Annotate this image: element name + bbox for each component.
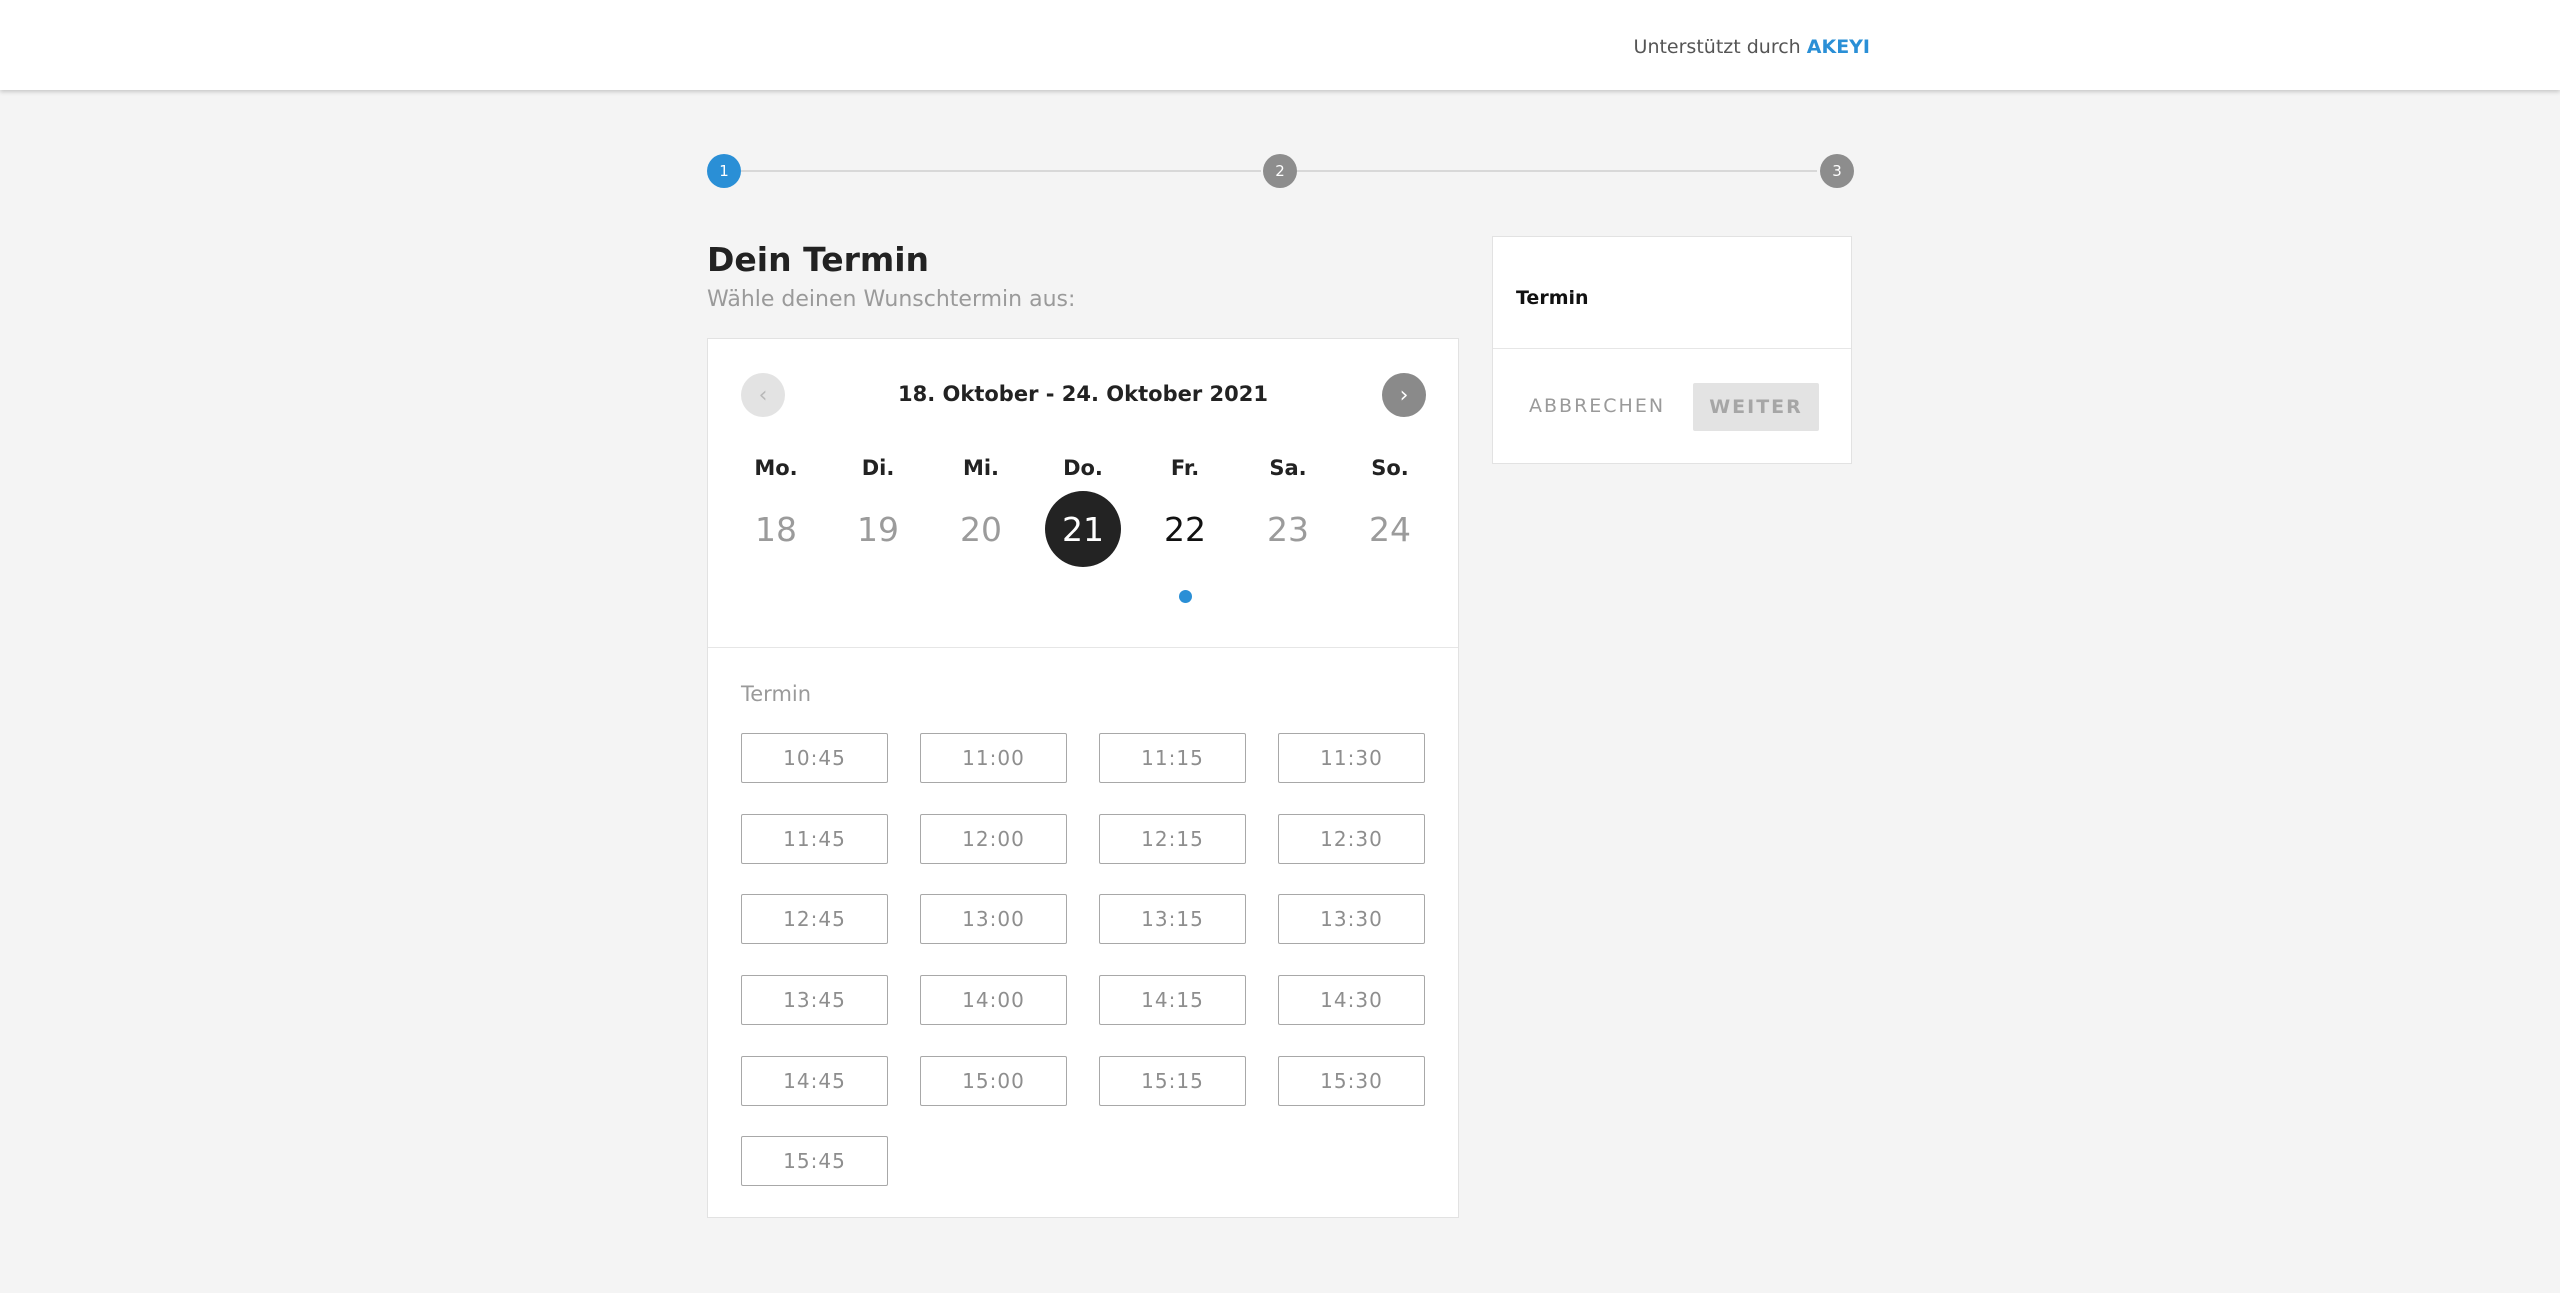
chevron-right-icon: › (1399, 382, 1409, 408)
summary-title: Termin (1516, 287, 1589, 309)
time-slot-button[interactable]: 14:15 (1099, 975, 1246, 1025)
day-name: Di. (861, 456, 895, 480)
day-column: Mi. 20 (930, 453, 1032, 567)
week-days: Mo. 18 Di. 19 Mi. 20 Do. 21 Fr. 22 Sa. 2… (725, 453, 1441, 603)
time-slot-button[interactable]: 13:00 (920, 894, 1067, 944)
day-number-available[interactable]: 22 (1147, 491, 1223, 567)
day-name: Mi. (962, 456, 1000, 480)
day-column: So. 24 (1339, 453, 1441, 567)
week-range-label: 18. Oktober - 24. Oktober 2021 (898, 382, 1268, 406)
cancel-button[interactable]: ABBRECHEN (1529, 395, 1665, 417)
day-column: Sa. 23 (1237, 453, 1339, 567)
next-week-button[interactable]: › (1382, 373, 1426, 417)
powered-by: Unterstützt durch AKEYI (1634, 36, 1870, 58)
day-name: Fr. (1170, 456, 1200, 480)
time-slot-button[interactable]: 14:45 (741, 1056, 888, 1106)
day-name: Do. (1063, 456, 1103, 480)
time-slot-button[interactable]: 11:30 (1278, 733, 1425, 783)
day-column: Do. 21 (1032, 453, 1134, 567)
step-connector (1297, 170, 1817, 172)
time-slot-button[interactable]: 10:45 (741, 733, 888, 783)
step-1: 1 (707, 154, 741, 188)
top-bar: Unterstützt durch AKEYI (0, 0, 2560, 90)
day-number: 24 (1369, 509, 1411, 549)
day-number: 19 (857, 509, 899, 549)
time-slot-button[interactable]: 11:15 (1099, 733, 1246, 783)
calendar-card: ‹ 18. Oktober - 24. Oktober 2021 › Mo. 1… (707, 338, 1459, 1218)
brand-link[interactable]: AKEYI (1807, 36, 1870, 58)
time-slot-button[interactable]: 13:30 (1278, 894, 1425, 944)
stepper: 1 2 3 (707, 154, 1854, 188)
time-slot-button[interactable]: 11:45 (741, 814, 888, 864)
slots-label: Termin (741, 682, 812, 706)
day-number-selected[interactable]: 21 (1045, 491, 1121, 567)
summary-card: Termin ABBRECHEN WEITER (1492, 236, 1852, 464)
time-slot-button[interactable]: 14:00 (920, 975, 1067, 1025)
availability-dot (1178, 590, 1192, 603)
powered-by-text: Unterstützt durch (1633, 36, 1801, 58)
page-title: Dein Termin (707, 240, 930, 279)
day-name: Mo. (754, 456, 798, 480)
time-slot-button[interactable]: 15:00 (920, 1056, 1067, 1106)
step-3: 3 (1820, 154, 1854, 188)
calendar-divider (708, 647, 1458, 648)
next-button[interactable]: WEITER (1693, 383, 1819, 431)
day-column: Fr. 22 (1134, 453, 1236, 603)
day-name: Sa. (1269, 456, 1307, 480)
day-column: Mo. 18 (725, 453, 827, 567)
time-slot-button[interactable]: 14:30 (1278, 975, 1425, 1025)
day-number: 20 (960, 509, 1002, 549)
day-number: 23 (1267, 509, 1309, 549)
summary-divider (1493, 348, 1851, 349)
time-slot-button[interactable]: 12:30 (1278, 814, 1425, 864)
step-connector (741, 170, 1261, 172)
time-slot-button[interactable]: 12:45 (741, 894, 888, 944)
step-2: 2 (1263, 154, 1297, 188)
time-slot-button[interactable]: 13:15 (1099, 894, 1246, 944)
time-slot-button[interactable]: 15:30 (1278, 1056, 1425, 1106)
time-slot-button[interactable]: 12:15 (1099, 814, 1246, 864)
day-number: 18 (755, 509, 797, 549)
time-slot-button[interactable]: 11:00 (920, 733, 1067, 783)
time-slot-button[interactable]: 15:15 (1099, 1056, 1246, 1106)
day-name: So. (1371, 456, 1409, 480)
time-slot-button[interactable]: 15:45 (741, 1136, 888, 1186)
time-slot-button[interactable]: 13:45 (741, 975, 888, 1025)
time-slot-button[interactable]: 12:00 (920, 814, 1067, 864)
day-column: Di. 19 (827, 453, 929, 567)
page-subtitle: Wähle deinen Wunschtermin aus: (707, 287, 1076, 312)
